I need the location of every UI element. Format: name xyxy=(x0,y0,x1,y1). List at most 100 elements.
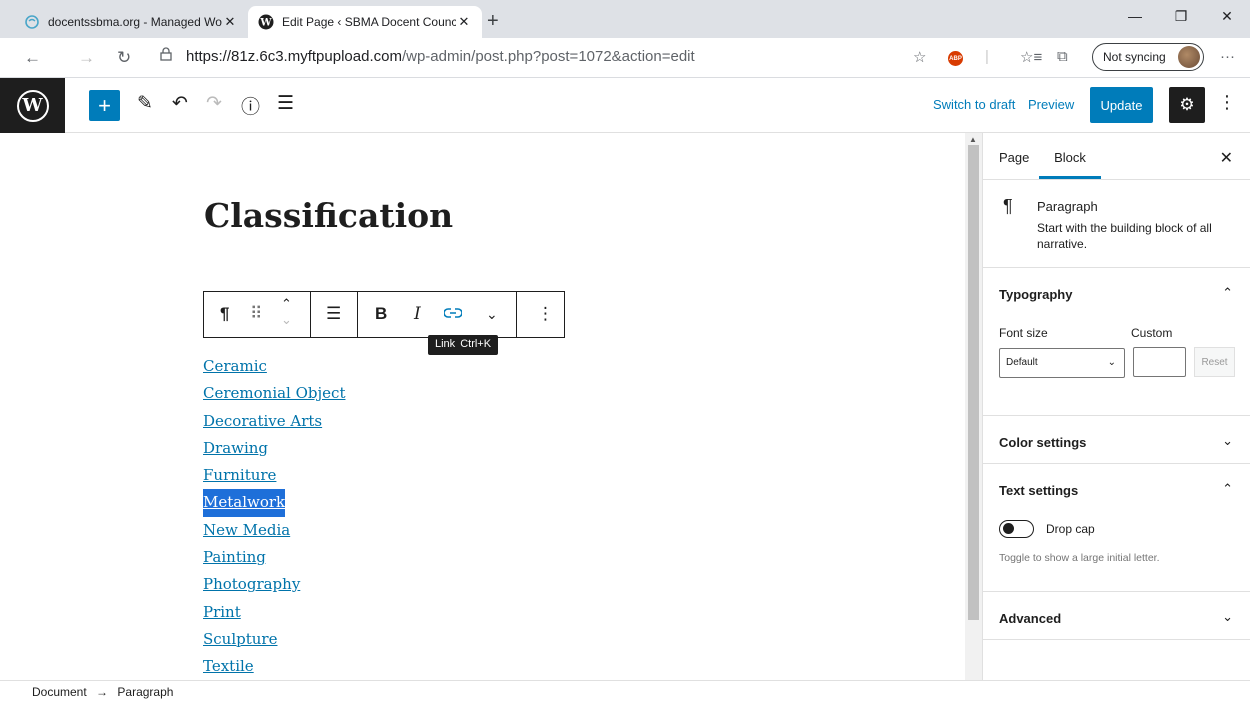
tab-block[interactable]: Block xyxy=(1039,150,1101,179)
selected-link[interactable]: Metalwork xyxy=(203,489,286,517)
block-name: Paragraph xyxy=(1037,199,1098,214)
scroll-up-icon[interactable]: ▲ xyxy=(969,135,977,144)
forward-icon[interactable]: → xyxy=(78,48,95,68)
refresh-icon[interactable]: ↻ xyxy=(117,48,131,68)
drop-cap-help: Toggle to show a large initial letter. xyxy=(999,552,1160,564)
lock-icon xyxy=(160,47,174,65)
url-path: /wp-admin/post.php?post=1072&action=edit xyxy=(401,47,695,65)
page-title[interactable]: Classification xyxy=(204,196,453,235)
list-item[interactable]: Furniture xyxy=(203,462,276,489)
panel-title[interactable]: Typography xyxy=(999,287,1072,302)
chevron-down-icon: ⌄ xyxy=(1222,433,1233,448)
svg-text:W: W xyxy=(259,18,272,29)
block-toolbar: ¶ ⠿ ⌃ ⌄ ☰ B I ⌄ ⋮ xyxy=(203,291,565,338)
edit-pencil-icon[interactable]: ✎ xyxy=(137,92,153,115)
more-options-icon[interactable]: ⋮ xyxy=(1218,92,1236,113)
paragraph-icon: ¶ xyxy=(1003,196,1013,216)
sidebar-tabs: Page Block ✕ xyxy=(983,133,1250,180)
list-item[interactable]: Ceramic xyxy=(203,353,267,380)
text-settings-panel: Text settings ⌃ Drop cap Toggle to show … xyxy=(983,464,1250,592)
link-icon[interactable] xyxy=(443,304,463,324)
collections-icon[interactable]: ⧉ xyxy=(1057,48,1068,65)
chevron-up-icon[interactable]: ⌃ xyxy=(1222,481,1233,497)
move-down-icon[interactable]: ⌄ xyxy=(281,312,292,328)
toggle-knob xyxy=(1003,523,1014,534)
browser-tab-docentssbma[interactable]: docentssbma.org - Managed Wo ✕ xyxy=(14,6,248,38)
info-icon[interactable]: ⓘ xyxy=(241,92,260,119)
restore-button[interactable]: ❐ xyxy=(1158,0,1204,32)
adblock-plus-icon[interactable]: ABP xyxy=(948,51,963,66)
reset-button[interactable]: Reset xyxy=(1194,347,1235,377)
switch-to-draft-button[interactable]: Switch to draft xyxy=(933,97,1015,112)
chevron-down-icon: ⌄ xyxy=(1222,609,1233,624)
wordpress-logo-button[interactable]: W xyxy=(0,78,65,133)
divider: | xyxy=(985,48,989,65)
list-item[interactable]: Photography xyxy=(203,571,300,598)
list-item[interactable]: Sculpture xyxy=(203,626,277,653)
typography-panel: Typography ⌃ Font size Custom Default ⌄ … xyxy=(983,268,1250,416)
custom-size-input[interactable] xyxy=(1133,347,1186,377)
close-window-button[interactable]: ✕ xyxy=(1204,0,1250,32)
italic-icon[interactable]: I xyxy=(414,304,421,324)
more-formats-chevron-icon[interactable]: ⌄ xyxy=(486,306,498,323)
add-block-button[interactable]: + xyxy=(89,90,120,121)
undo-icon[interactable]: ↶ xyxy=(172,92,188,115)
favorites-star-icon[interactable]: ☆ xyxy=(913,48,926,66)
align-left-icon[interactable]: ☰ xyxy=(326,304,341,324)
new-tab-button[interactable]: + xyxy=(487,10,499,33)
minimize-button[interactable]: — xyxy=(1112,0,1158,32)
block-options-icon[interactable]: ⋮ xyxy=(537,304,554,324)
tab-page[interactable]: Page xyxy=(999,150,1029,165)
link-tooltip: Link Ctrl+K xyxy=(428,335,499,355)
chevron-down-icon: ⌄ xyxy=(1107,357,1116,368)
drop-cap-label: Drop cap xyxy=(1046,522,1095,536)
profile-sync-button[interactable]: Not syncing xyxy=(1092,43,1204,71)
list-item[interactable]: Print xyxy=(203,599,241,626)
list-item[interactable]: Ceremonial Object xyxy=(203,380,345,407)
back-icon[interactable]: ← xyxy=(24,48,41,68)
move-up-icon[interactable]: ⌃ xyxy=(281,296,292,312)
drop-cap-toggle[interactable] xyxy=(999,520,1034,538)
font-size-label: Font size xyxy=(999,326,1048,340)
chevron-up-icon[interactable]: ⌃ xyxy=(1222,285,1233,301)
browser-tab-edit-page[interactable]: W Edit Page ‹ SBMA Docent Counc ✕ xyxy=(248,6,482,38)
settings-gear-icon[interactable]: ⚙ xyxy=(1169,87,1205,123)
editor-scrollbar[interactable]: ▲ xyxy=(965,133,982,680)
close-icon[interactable]: ✕ xyxy=(1220,148,1233,168)
drag-handle-icon[interactable]: ⠿ xyxy=(250,304,262,324)
favorites-list-icon[interactable]: ☆≡ xyxy=(1020,48,1042,66)
panel-title[interactable]: Text settings xyxy=(999,483,1078,498)
color-settings-panel[interactable]: Color settings ⌄ xyxy=(983,416,1250,464)
paragraph-icon[interactable]: ¶ xyxy=(220,304,229,324)
list-view-icon[interactable]: ☰ xyxy=(277,92,294,115)
list-item[interactable]: Painting xyxy=(203,544,266,571)
url-host: https://81z.6c3.myftpupload.com xyxy=(186,47,402,65)
close-tab-icon[interactable]: ✕ xyxy=(222,14,238,30)
address-bar-row: ← → ↻ https://81z.6c3.myftpupload.com/wp… xyxy=(0,38,1250,78)
update-button[interactable]: Update xyxy=(1090,87,1153,123)
globe-icon xyxy=(24,14,40,30)
settings-sidebar: Page Block ✕ ¶ Paragraph Start with the … xyxy=(982,133,1250,680)
redo-icon[interactable]: ↷ xyxy=(206,92,222,115)
breadcrumb-paragraph[interactable]: Paragraph xyxy=(117,685,173,699)
editor-header: W + ✎ ↶ ↷ ⓘ ☰ Switch to draft Preview Up… xyxy=(0,78,1250,133)
list-item[interactable]: New Media xyxy=(203,517,290,544)
block-description: Start with the building block of all nar… xyxy=(1037,221,1212,251)
preview-button[interactable]: Preview xyxy=(1028,97,1074,112)
url-field[interactable]: https://81z.6c3.myftpupload.com/wp-admin… xyxy=(160,47,695,65)
tab-title: docentssbma.org - Managed Wo xyxy=(48,15,222,29)
breadcrumb-document[interactable]: Document xyxy=(32,685,87,699)
close-tab-icon[interactable]: ✕ xyxy=(456,14,472,30)
block-card: ¶ Paragraph Start with the building bloc… xyxy=(983,180,1250,268)
list-item[interactable]: Drawing xyxy=(203,435,268,462)
avatar xyxy=(1178,46,1200,68)
breadcrumb: Document → Paragraph xyxy=(0,680,1250,703)
bold-icon[interactable]: B xyxy=(375,304,387,324)
browser-menu-icon[interactable]: ··· xyxy=(1220,48,1235,65)
advanced-panel[interactable]: Advanced ⌄ xyxy=(983,592,1250,640)
browser-tab-strip: docentssbma.org - Managed Wo ✕ W Edit Pa… xyxy=(0,0,1250,38)
list-item[interactable]: Decorative Arts xyxy=(203,408,322,435)
scrollbar-thumb[interactable] xyxy=(968,145,979,620)
font-size-select[interactable]: Default ⌄ xyxy=(999,348,1125,378)
list-item[interactable]: Textile xyxy=(203,653,254,680)
